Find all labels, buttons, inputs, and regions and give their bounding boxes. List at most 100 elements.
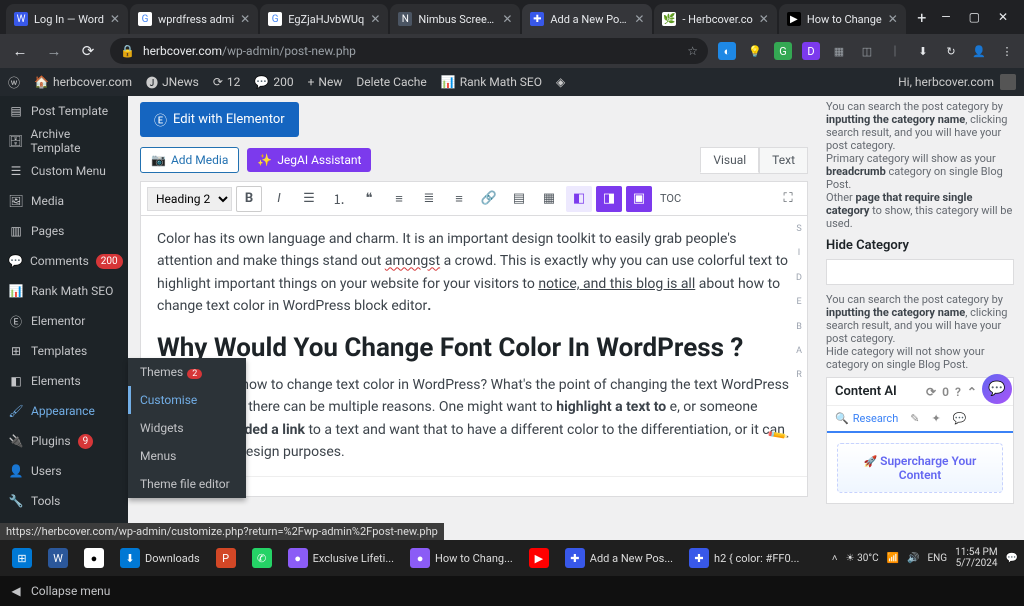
- taskbar-app[interactable]: ⬇Downloads: [114, 544, 206, 572]
- browser-tab[interactable]: Gwprdfress admi✕: [130, 4, 258, 34]
- forward-button[interactable]: →: [42, 39, 66, 63]
- sidebar-item[interactable]: 🔧Tools: [0, 486, 128, 516]
- browser-tab[interactable]: GEgZjaHJvbWUq✕: [260, 4, 388, 34]
- tab-ai[interactable]: ✦: [931, 412, 940, 425]
- ext-icon[interactable]: ｜: [886, 42, 904, 60]
- close-icon[interactable]: ✕: [759, 12, 769, 26]
- unknown-menu[interactable]: ◈: [556, 75, 565, 89]
- quote-button[interactable]: ❝: [356, 186, 382, 212]
- browser-tab[interactable]: ▶How to Change✕: [779, 4, 906, 34]
- ext-icon[interactable]: ◐: [718, 42, 736, 60]
- ext-icon[interactable]: 💡: [746, 42, 764, 60]
- bullet-list-button[interactable]: ☰: [296, 186, 322, 212]
- jnews-menu[interactable]: 🅙 JNews: [146, 74, 199, 91]
- edit-elementor-button[interactable]: Ⓔ Edit with Elementor: [140, 102, 299, 137]
- fullscreen-button[interactable]: ⛶: [775, 186, 801, 212]
- download-icon[interactable]: ⬇: [914, 42, 932, 60]
- link-button[interactable]: 🔗: [476, 186, 502, 212]
- close-icon[interactable]: ✕: [370, 12, 380, 26]
- chat-bubble-icon[interactable]: 💬: [982, 374, 1012, 404]
- taskbar-app[interactable]: W: [42, 544, 74, 572]
- sidebar-item[interactable]: 💬Comments200: [0, 246, 128, 276]
- history-icon[interactable]: ↻: [942, 42, 960, 60]
- site-info-icon[interactable]: 🔒: [120, 44, 135, 58]
- back-button[interactable]: ←: [8, 39, 32, 63]
- sidebar-item[interactable]: ⊞Templates: [0, 336, 128, 366]
- sidebar-item[interactable]: ☰Custom Menu: [0, 156, 128, 186]
- taskbar-app[interactable]: ✚Add a New Pos...: [559, 544, 679, 572]
- profile-icon[interactable]: 👤: [970, 42, 988, 60]
- taskbar-app[interactable]: ▶: [523, 544, 555, 572]
- close-icon[interactable]: ✕: [888, 12, 898, 26]
- italic-button[interactable]: I: [266, 186, 292, 212]
- format-select[interactable]: Heading 2: [147, 187, 232, 211]
- jeg-button-2[interactable]: ◨: [596, 186, 622, 212]
- window-maximize[interactable]: ▢: [969, 10, 980, 24]
- supercharge-cta[interactable]: 🚀 Supercharge Your Content: [837, 443, 1003, 493]
- new-content[interactable]: + New: [308, 75, 343, 89]
- taskbar-app[interactable]: ✚h2 { color: #FF0...: [683, 544, 805, 572]
- new-tab-button[interactable]: +: [908, 3, 936, 31]
- lang[interactable]: ENG: [927, 553, 947, 564]
- toc-button[interactable]: TOC: [656, 186, 685, 212]
- flyout-item[interactable]: Customise: [128, 386, 246, 414]
- flyout-item[interactable]: Themes2: [128, 358, 246, 386]
- tab-visual[interactable]: Visual: [700, 147, 759, 173]
- close-icon[interactable]: ✕: [502, 12, 512, 26]
- taskbar-app[interactable]: ●Exclusive Lifeti...: [282, 544, 400, 572]
- clock[interactable]: 11:54 PM5/7/2024: [955, 547, 997, 569]
- tab-text[interactable]: Text: [759, 147, 808, 173]
- ext-icon[interactable]: D: [802, 42, 820, 60]
- jegai-button[interactable]: ✨ JegAI Assistant: [247, 148, 371, 172]
- volume-icon[interactable]: 🔊: [907, 553, 919, 564]
- wifi-icon[interactable]: 📶: [887, 553, 899, 564]
- flyout-item[interactable]: Widgets: [128, 414, 246, 442]
- browser-tab[interactable]: 🌿- Herbcover.co✕: [654, 4, 776, 34]
- taskbar-app[interactable]: ●How to Chang...: [404, 544, 519, 572]
- sidebar-item[interactable]: 🖼Media: [0, 186, 128, 216]
- close-icon[interactable]: ✕: [110, 12, 120, 26]
- greeting[interactable]: Hi, herbcover.com: [898, 75, 994, 89]
- flyout-item[interactable]: Menus: [128, 442, 246, 470]
- window-minimize[interactable]: —: [941, 10, 950, 24]
- browser-tab[interactable]: WLog In — Word✕: [6, 4, 128, 34]
- show-hidden-icon[interactable]: ˄: [832, 553, 838, 564]
- browser-tab[interactable]: NNimbus Screens✕: [390, 4, 520, 34]
- updates-link[interactable]: ⟳ 12: [213, 75, 241, 89]
- numbered-list-button[interactable]: ⒈: [326, 186, 352, 212]
- sidebar-item[interactable]: ◀Collapse menu: [0, 576, 128, 606]
- chevron-up-icon[interactable]: ⌃: [967, 385, 977, 399]
- ext-icon[interactable]: ▦: [830, 42, 848, 60]
- sidebar-item[interactable]: ▤Post Template: [0, 96, 128, 126]
- reload-button[interactable]: ⟳: [76, 39, 100, 63]
- hide-category-select[interactable]: [826, 259, 1014, 285]
- sidebar-item[interactable]: ▥Pages: [0, 216, 128, 246]
- align-right-button[interactable]: ≡: [446, 186, 472, 212]
- jeg-button-1[interactable]: ◧: [566, 186, 592, 212]
- window-close[interactable]: ✕: [998, 10, 1008, 24]
- url-input[interactable]: 🔒 herbcover.com/wp-admin/post-new.php ☆: [110, 38, 708, 64]
- sidebar-item[interactable]: 🗄Archive Template: [0, 126, 128, 156]
- site-name[interactable]: 🏠 herbcover.com: [34, 75, 132, 89]
- rankmath-menu[interactable]: 📊 Rank Math SEO: [441, 75, 542, 89]
- bold-button[interactable]: B: [236, 186, 262, 212]
- flyout-item[interactable]: Theme file editor: [128, 470, 246, 498]
- align-center-button[interactable]: ≣: [416, 186, 442, 212]
- notifications-icon[interactable]: 💬: [1006, 553, 1018, 564]
- sidebar-item[interactable]: 📊Rank Math SEO: [0, 276, 128, 306]
- taskbar-app[interactable]: ✆: [246, 544, 278, 572]
- shortcode-button[interactable]: ▦: [536, 186, 562, 212]
- wp-logo[interactable]: ⓦ: [8, 74, 20, 91]
- tab-chat[interactable]: 💬: [953, 412, 967, 425]
- sidebar-item[interactable]: 🖌Appearance: [0, 396, 128, 426]
- menu-icon[interactable]: ⋮: [998, 42, 1016, 60]
- taskbar-app[interactable]: ●: [78, 544, 110, 572]
- sidebar-item[interactable]: 🔌Plugins9: [0, 426, 128, 456]
- bookmark-star-icon[interactable]: ☆: [687, 44, 698, 58]
- comments-link[interactable]: 💬 200: [254, 75, 293, 89]
- taskbar-app[interactable]: P: [210, 544, 242, 572]
- sidebar-item[interactable]: ◧Elements: [0, 366, 128, 396]
- avatar[interactable]: [1000, 74, 1016, 90]
- ext-icon[interactable]: ◫: [858, 42, 876, 60]
- help-icon[interactable]: ?: [955, 385, 961, 399]
